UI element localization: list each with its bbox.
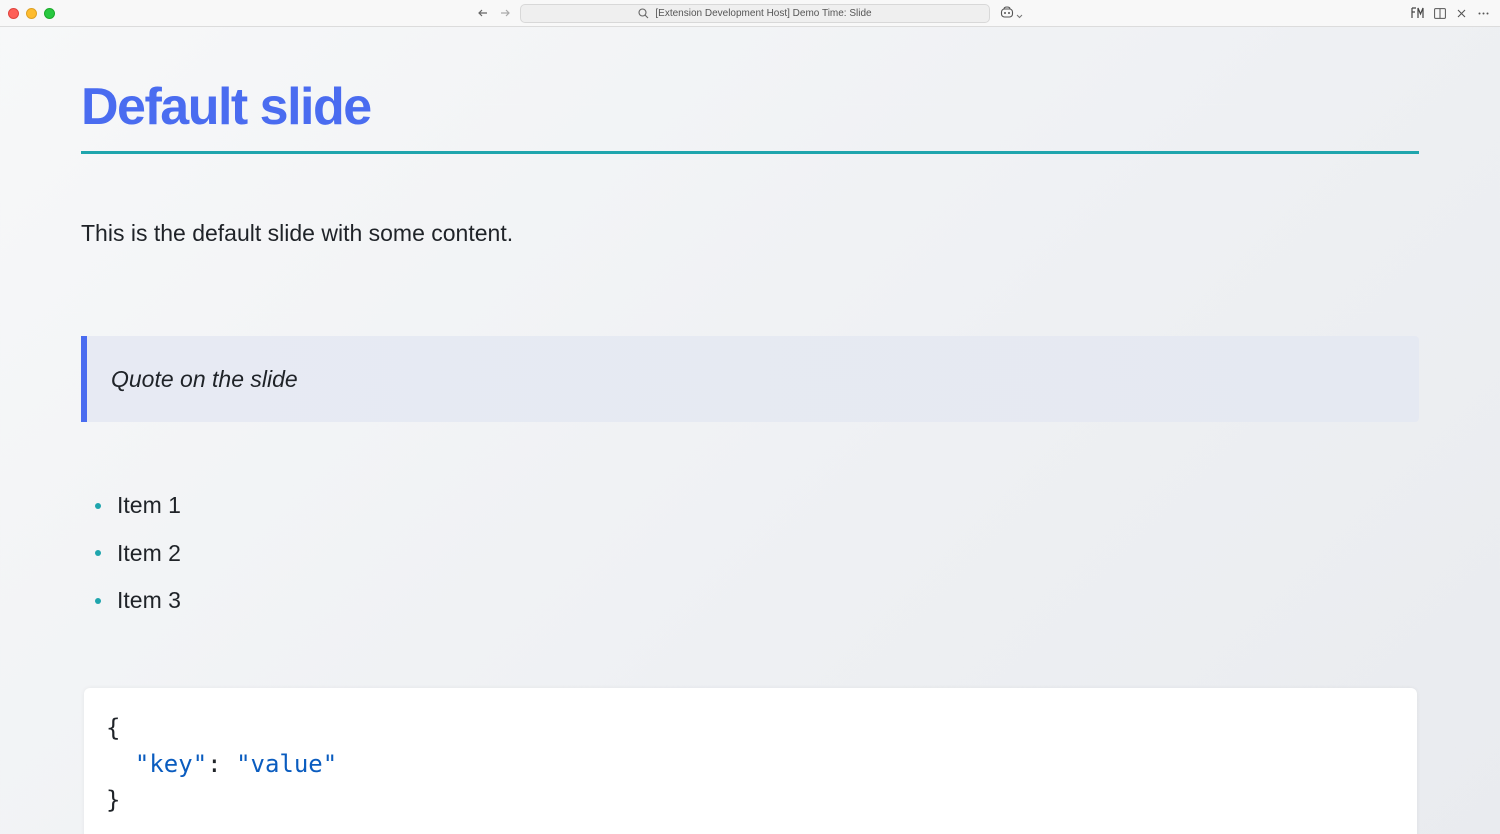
bullet-dot-icon [95, 502, 101, 509]
code-key: "key" [134, 750, 208, 778]
navigation-arrows [476, 5, 512, 21]
list-item-text: Item 1 [117, 492, 181, 519]
list-item: Item 1 [81, 482, 181, 530]
code-value: "value" [236, 750, 338, 778]
code-line-close: } [106, 786, 121, 814]
search-text: [Extension Development Host] Demo Time: … [655, 8, 872, 19]
font-icon[interactable] [1411, 6, 1424, 20]
editor-actions [1411, 6, 1490, 20]
list-item: Item 2 [81, 530, 181, 578]
arrow-left-icon[interactable] [476, 5, 490, 21]
slide-quote: Quote on the slide [81, 336, 1419, 422]
arrow-right-icon[interactable] [498, 5, 512, 21]
quote-text: Quote on the slide [111, 365, 298, 392]
code-line-open: { [106, 714, 121, 742]
bullet-dot-icon [95, 550, 101, 557]
code-separator: : [207, 750, 237, 778]
minimize-window-button[interactable] [26, 8, 37, 19]
search-icon [638, 8, 650, 20]
code-line-pair: "key": "value" [106, 746, 1417, 782]
copilot-menu[interactable] [1000, 6, 1023, 24]
title-divider [81, 151, 1419, 154]
bullet-list: Item 1 Item 2 Item 3 [81, 482, 181, 625]
more-icon[interactable] [1477, 6, 1490, 20]
slide-title: Default slide [81, 78, 372, 136]
copilot-icon [1000, 6, 1014, 24]
close-icon[interactable] [1455, 6, 1468, 20]
split-editor-icon[interactable] [1433, 6, 1446, 20]
list-item: Item 3 [81, 577, 181, 625]
window-titlebar: [Extension Development Host] Demo Time: … [0, 0, 1500, 27]
list-item-text: Item 3 [117, 587, 181, 614]
bullet-dot-icon [95, 597, 101, 604]
code-block: { "key": "value" } [84, 688, 1417, 834]
command-center-search[interactable]: [Extension Development Host] Demo Time: … [520, 4, 990, 23]
window-controls [8, 8, 55, 19]
slide-intro-text: This is the default slide with some cont… [81, 220, 514, 246]
chevron-down-icon [1016, 6, 1023, 24]
close-window-button[interactable] [8, 8, 19, 19]
zoom-window-button[interactable] [44, 8, 55, 19]
list-item-text: Item 2 [117, 539, 181, 566]
